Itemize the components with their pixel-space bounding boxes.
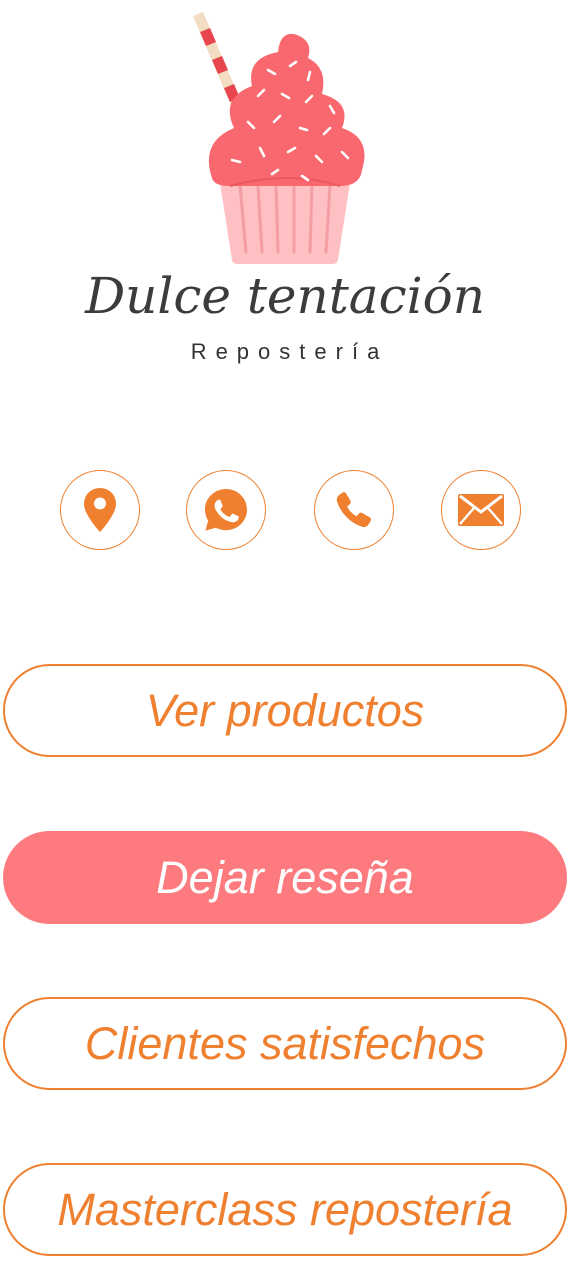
leave-review-label: Dejar reseña — [156, 851, 414, 903]
brand-title: Dulce tentación — [85, 267, 485, 325]
view-products-label: Ver productos — [145, 684, 425, 736]
leave-review-button[interactable]: Dejar reseña — [3, 831, 567, 924]
phone-button[interactable] — [314, 470, 394, 550]
whatsapp-icon — [205, 489, 247, 531]
masterclass-button[interactable]: Masterclass repostería — [3, 1163, 567, 1256]
location-pin-icon — [84, 488, 116, 532]
mail-icon — [458, 494, 504, 526]
email-button[interactable] — [441, 470, 521, 550]
view-products-button[interactable]: Ver productos — [3, 664, 567, 757]
masterclass-label: Masterclass repostería — [57, 1183, 513, 1235]
happy-clients-button[interactable]: Clientes satisfechos — [3, 997, 567, 1090]
phone-icon — [336, 492, 372, 528]
location-button[interactable] — [60, 470, 140, 550]
brand-subtitle: Repostería — [190, 339, 389, 364]
whatsapp-button[interactable] — [186, 470, 266, 550]
happy-clients-label: Clientes satisfechos — [84, 1017, 486, 1069]
cupcake-logo — [190, 10, 380, 265]
